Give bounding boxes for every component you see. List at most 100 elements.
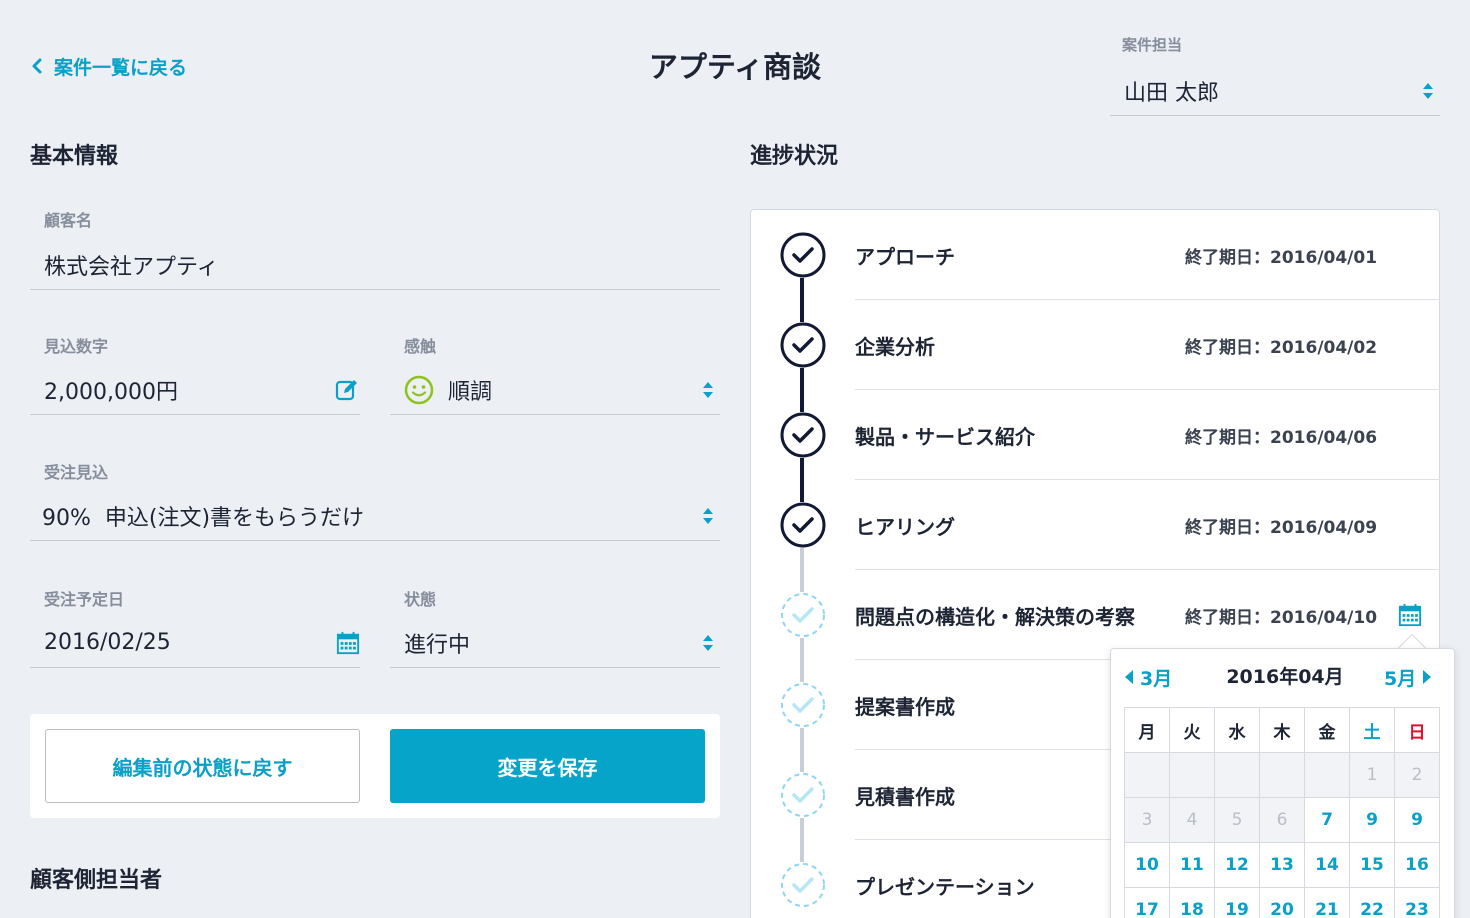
calendar-day[interactable]: 17 xyxy=(1125,888,1170,918)
customer-name-label: 顧客名 xyxy=(44,211,93,230)
calendar-day[interactable]: 18 xyxy=(1170,888,1215,918)
calendar-day[interactable]: 21 xyxy=(1305,888,1350,918)
calendar-day[interactable]: 9 xyxy=(1395,798,1440,843)
calendar-day xyxy=(1125,753,1170,798)
owner-select[interactable]: 山田 太郎 xyxy=(1110,66,1440,116)
calendar-day[interactable]: 19 xyxy=(1215,888,1260,918)
progress-step[interactable]: 問題点の構造化・解決策の考察 終了期日：2016/04/10 xyxy=(750,570,1440,660)
calendar-day xyxy=(1170,753,1215,798)
customer-contacts-title: 顧客側担当者 xyxy=(30,868,163,893)
calendar-weekday: 日 xyxy=(1395,708,1440,753)
calendar-day: 1 xyxy=(1350,753,1395,798)
step-name: 企業分析 xyxy=(855,334,935,359)
calendar-day[interactable]: 12 xyxy=(1215,843,1260,888)
order-prospect-select[interactable]: 90% 申込(注文)書をもらうだけ xyxy=(30,491,720,541)
smile-icon xyxy=(404,375,434,404)
check-circle-icon xyxy=(780,232,826,278)
updown-arrows-icon xyxy=(703,507,713,524)
calendar-day xyxy=(1260,753,1305,798)
order-date-value: 2016/02/25 xyxy=(44,630,171,655)
dashed-check-circle-icon xyxy=(781,593,825,637)
step-name: ヒアリング xyxy=(855,514,955,539)
step-deadline: 終了期日：2016/04/10 xyxy=(1185,607,1378,628)
step-deadline: 終了期日：2016/04/02 xyxy=(1185,337,1378,358)
calendar-day[interactable]: 15 xyxy=(1350,843,1395,888)
caret-left-icon xyxy=(1125,670,1133,684)
dashed-check-circle-icon xyxy=(781,863,825,907)
customer-name-field[interactable]: 株式会社アプティ xyxy=(30,240,720,290)
calendar-day[interactable]: 10 xyxy=(1125,843,1170,888)
progress-title: 進捗状況 xyxy=(750,144,839,169)
calendar-weekday: 木 xyxy=(1260,708,1305,753)
calendar-day[interactable]: 7 xyxy=(1305,798,1350,843)
step-name: 提案書作成 xyxy=(855,694,955,719)
calendar-weekday: 水 xyxy=(1215,708,1260,753)
updown-arrows-icon xyxy=(703,634,713,651)
calendar-day[interactable]: 14 xyxy=(1305,843,1350,888)
calendar-next-month[interactable]: 5月 xyxy=(1384,664,1432,690)
calendar-weekday: 金 xyxy=(1305,708,1350,753)
calendar-day: 2 xyxy=(1395,753,1440,798)
updown-arrows-icon xyxy=(1423,82,1433,99)
calendar-day[interactable]: 13 xyxy=(1260,843,1305,888)
calendar-day xyxy=(1215,753,1260,798)
status-label: 状態 xyxy=(404,590,437,609)
order-date-label: 受注予定日 xyxy=(44,590,125,609)
calendar-grid: 月火水木金土日 1 2 3 4 5 6 7 9 9 10 11 12 13 14 15 16 17 18 19 20 21… xyxy=(1124,707,1440,918)
caret-right-icon xyxy=(1423,670,1432,684)
calendar-day xyxy=(1305,753,1350,798)
calendar-prev-label: 3月 xyxy=(1140,667,1173,690)
progress-step[interactable]: アプローチ 終了期日：2016/04/01 xyxy=(750,210,1440,300)
step-deadline: 終了期日：2016/04/06 xyxy=(1185,427,1378,448)
back-to-list-link[interactable]: 案件一覧に戻る xyxy=(30,50,187,82)
calendar-weekday: 月 xyxy=(1125,708,1170,753)
calendar-day: 5 xyxy=(1215,798,1260,843)
basic-info-title: 基本情報 xyxy=(30,144,119,169)
forecast-label: 見込数字 xyxy=(44,337,109,356)
back-link-label: 案件一覧に戻る xyxy=(54,56,188,79)
revert-button[interactable]: 編集前の状態に戻す xyxy=(45,729,360,803)
status-value: 進行中 xyxy=(404,632,471,658)
feeling-label: 感触 xyxy=(404,337,437,356)
step-name: 見積書作成 xyxy=(855,784,955,809)
page-title: アプティ商談 xyxy=(648,50,822,84)
order-date-field[interactable]: 2016/02/25 xyxy=(30,618,360,668)
status-select[interactable]: 進行中 xyxy=(390,618,720,668)
progress-step[interactable]: 製品・サービス紹介 終了期日：2016/04/06 xyxy=(750,390,1440,480)
step-name: 問題点の構造化・解決策の考察 xyxy=(855,604,1135,629)
dashed-check-circle-icon xyxy=(781,683,825,727)
forecast-field[interactable]: 2,000,000円 xyxy=(30,365,360,415)
feeling-select[interactable]: 順調 xyxy=(390,365,720,415)
calendar-day[interactable]: 23 xyxy=(1395,888,1440,918)
step-name: プレゼンテーション xyxy=(855,874,1035,899)
calendar-icon[interactable] xyxy=(336,631,360,655)
progress-step[interactable]: 企業分析 終了期日：2016/04/02 xyxy=(750,300,1440,390)
calendar-prev-month[interactable]: 3月 xyxy=(1124,664,1172,690)
calendar-weekday: 火 xyxy=(1170,708,1215,753)
check-circle-icon xyxy=(780,502,826,548)
customer-name-value: 株式会社アプティ xyxy=(44,254,219,280)
calendar-next-label: 5月 xyxy=(1384,667,1417,690)
step-deadline: 終了期日：2016/04/09 xyxy=(1185,517,1378,538)
forecast-value: 2,000,000円 xyxy=(44,379,178,405)
save-button[interactable]: 変更を保存 xyxy=(390,729,705,803)
chevron-left-icon xyxy=(32,58,42,74)
calendar-day[interactable]: 9 xyxy=(1350,798,1395,843)
calendar-day[interactable]: 16 xyxy=(1395,843,1440,888)
calendar-day[interactable]: 11 xyxy=(1170,843,1215,888)
step-deadline: 終了期日：2016/04/01 xyxy=(1185,247,1378,268)
calendar-weekday: 土 xyxy=(1350,708,1395,753)
calendar-day[interactable]: 20 xyxy=(1260,888,1305,918)
calendar-icon[interactable] xyxy=(1398,603,1422,627)
edit-icon[interactable] xyxy=(334,377,360,403)
calendar-day[interactable]: 22 xyxy=(1350,888,1395,918)
step-name: アプローチ xyxy=(855,244,955,269)
progress-step[interactable]: ヒアリング 終了期日：2016/04/09 xyxy=(750,480,1440,570)
owner-value: 山田 太郎 xyxy=(1124,80,1219,106)
dashed-check-circle-icon xyxy=(781,773,825,817)
check-circle-icon xyxy=(780,322,826,368)
updown-arrows-icon xyxy=(703,381,713,398)
calendar-day: 3 xyxy=(1125,798,1170,843)
calendar-month-label: 2016年04月 xyxy=(1226,666,1344,688)
owner-label: 案件担当 xyxy=(1122,36,1183,54)
